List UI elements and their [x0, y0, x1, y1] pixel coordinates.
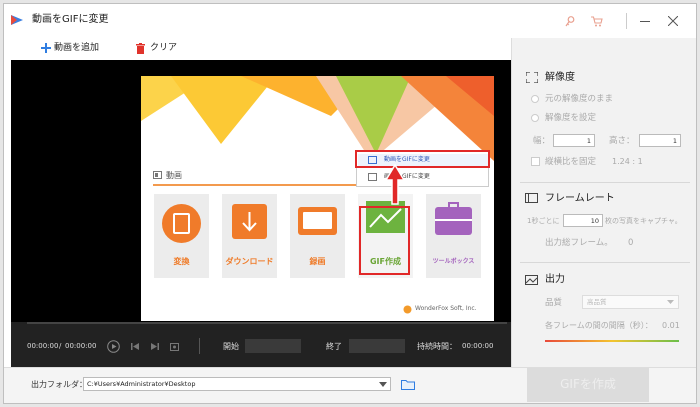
end-input[interactable] — [349, 339, 405, 353]
keep-ratio-checkbox[interactable] — [531, 157, 540, 166]
app-window: 動画をGIFに変更 動画を追加 クリア 動画 変換 ダウンロード 録画 GIF作… — [3, 3, 697, 404]
toolbox-icon — [435, 202, 472, 235]
keep-ratio-label: 縦横比を固定 — [545, 157, 597, 167]
folder-icon[interactable] — [401, 379, 415, 390]
framerate-value: 10 — [590, 217, 599, 225]
create-gif-label: GIFを作成 — [560, 377, 616, 391]
divider — [520, 182, 690, 183]
chevron-down-icon — [667, 300, 674, 304]
card-label: ツールボックス — [432, 258, 475, 265]
framerate-title: フレームレート — [545, 193, 615, 204]
settings-panel: 解像度 元の解像度のまま 解像度を設定 幅： 1 高さ： 1 縦横比を固定 1.… — [511, 38, 696, 367]
output-frames-value: 0 — [628, 238, 634, 248]
image-icon — [368, 173, 377, 181]
ratio-value: 1.24 : 1 — [612, 157, 643, 166]
interval-slider[interactable] — [545, 340, 679, 342]
red-arrow-icon — [385, 164, 405, 205]
output-folder-label: 出力フォルダ： — [31, 380, 87, 389]
snapshot-icon[interactable] — [170, 342, 179, 351]
cart-icon[interactable] — [591, 16, 603, 27]
start-input[interactable] — [245, 339, 301, 353]
plus-icon — [41, 43, 51, 53]
player-divider — [199, 338, 200, 354]
play-icon[interactable] — [107, 340, 120, 353]
brand-text: WonderFox Soft, Inc. — [415, 305, 477, 312]
video-section-icon — [153, 171, 162, 179]
end-label: 終了 — [326, 342, 342, 351]
toolbar: 動画を追加 クリア — [4, 38, 511, 60]
film-icon — [162, 204, 201, 243]
gif-highlight-box — [359, 206, 410, 275]
duration-label: 持続時間： — [417, 342, 457, 351]
video-preview: 動画 変換 ダウンロード 録画 GIF作成 ツールボックス 動画をGIFに変更 … — [11, 60, 511, 367]
chevron-down-icon — [379, 382, 387, 387]
width-value: 1 — [586, 137, 591, 145]
add-video-label: 動画を追加 — [54, 43, 100, 53]
card-toolbox[interactable]: ツールボックス — [426, 194, 481, 278]
framerate-icon — [525, 193, 538, 203]
original-resolution-label: 元の解像度のまま — [545, 94, 614, 104]
output-icon — [525, 275, 538, 285]
menu-item-image-to-gif[interactable]: 画像をGIFに変更 — [358, 171, 488, 184]
bottom-bar: 出力フォルダ： C:¥Users¥Administrator¥Desktop G… — [4, 367, 696, 403]
framerate-input[interactable]: 10 — [563, 214, 603, 227]
duration-value: 00:00:00 — [462, 342, 494, 350]
card-label: 変換 — [173, 257, 190, 266]
radio-custom-resolution[interactable] — [531, 114, 539, 122]
total-time: 00:00:00 — [65, 342, 97, 350]
height-label: 高さ： — [609, 136, 635, 146]
output-folder-select[interactable]: C:¥Users¥Administrator¥Desktop — [83, 377, 391, 391]
height-input[interactable]: 1 — [639, 134, 681, 147]
window-title: 動画をGIFに変更 — [32, 14, 109, 25]
trash-icon — [136, 43, 145, 54]
card-record[interactable]: 録画 — [290, 194, 345, 278]
seek-track[interactable] — [27, 322, 507, 324]
create-gif-button[interactable]: GIFを作成 — [527, 368, 649, 402]
divider — [520, 262, 690, 263]
close-icon[interactable] — [668, 16, 678, 26]
player-bar: 00:00:00 / 00:00:00 開始 終了 持続時間： 00:00:00 — [11, 322, 511, 367]
custom-resolution-label: 解像度を設定 — [545, 113, 597, 123]
time-separator: / — [59, 342, 62, 350]
start-label: 開始 — [223, 342, 239, 351]
interval-value: 0.01 — [662, 321, 680, 330]
output-frames-label: 出力総フレーム。 — [545, 238, 613, 248]
section-label: 動画 — [166, 171, 182, 180]
next-frame-icon[interactable] — [151, 343, 159, 350]
title-bar: 動画をGIFに変更 — [4, 4, 696, 38]
quality-label: 品質 — [545, 298, 563, 308]
output-folder-path: C:¥Users¥Administrator¥Desktop — [87, 380, 196, 388]
width-label: 幅： — [533, 136, 551, 146]
download-icon — [232, 204, 267, 239]
app-screenshot: 動画 変換 ダウンロード 録画 GIF作成 ツールボックス 動画をGIFに変更 … — [141, 76, 494, 321]
wonderfox-logo-icon — [403, 305, 412, 314]
app-logo-icon — [11, 15, 23, 25]
resolution-icon — [526, 72, 538, 83]
key-icon[interactable] — [565, 16, 575, 27]
height-value: 1 — [672, 137, 677, 145]
quality-select[interactable]: 高品質 — [582, 295, 679, 309]
current-time: 00:00:00 — [27, 342, 59, 350]
quality-value: 高品質 — [587, 298, 607, 306]
framerate-prefix: 1秒ごとに — [527, 217, 560, 225]
card-label: ダウンロード — [225, 257, 274, 266]
clear-label: クリア — [150, 43, 178, 53]
width-input[interactable]: 1 — [553, 134, 595, 147]
card-download[interactable]: ダウンロード — [222, 194, 277, 278]
resolution-title: 解像度 — [545, 72, 575, 83]
framerate-suffix: 枚の写真をキャプチャ。 — [605, 217, 682, 225]
title-divider — [626, 13, 627, 29]
radio-original-resolution[interactable] — [531, 95, 539, 103]
monitor-icon — [298, 207, 337, 235]
menu-highlight-box — [355, 150, 490, 168]
interval-label: 各フレームの間の間隔（秒）： — [545, 321, 653, 330]
card-label: 録画 — [309, 257, 326, 266]
card-convert[interactable]: 変換 — [154, 194, 209, 278]
output-title: 出力 — [545, 274, 565, 285]
prev-frame-icon[interactable] — [131, 343, 139, 350]
minimize-icon[interactable] — [640, 21, 650, 23]
